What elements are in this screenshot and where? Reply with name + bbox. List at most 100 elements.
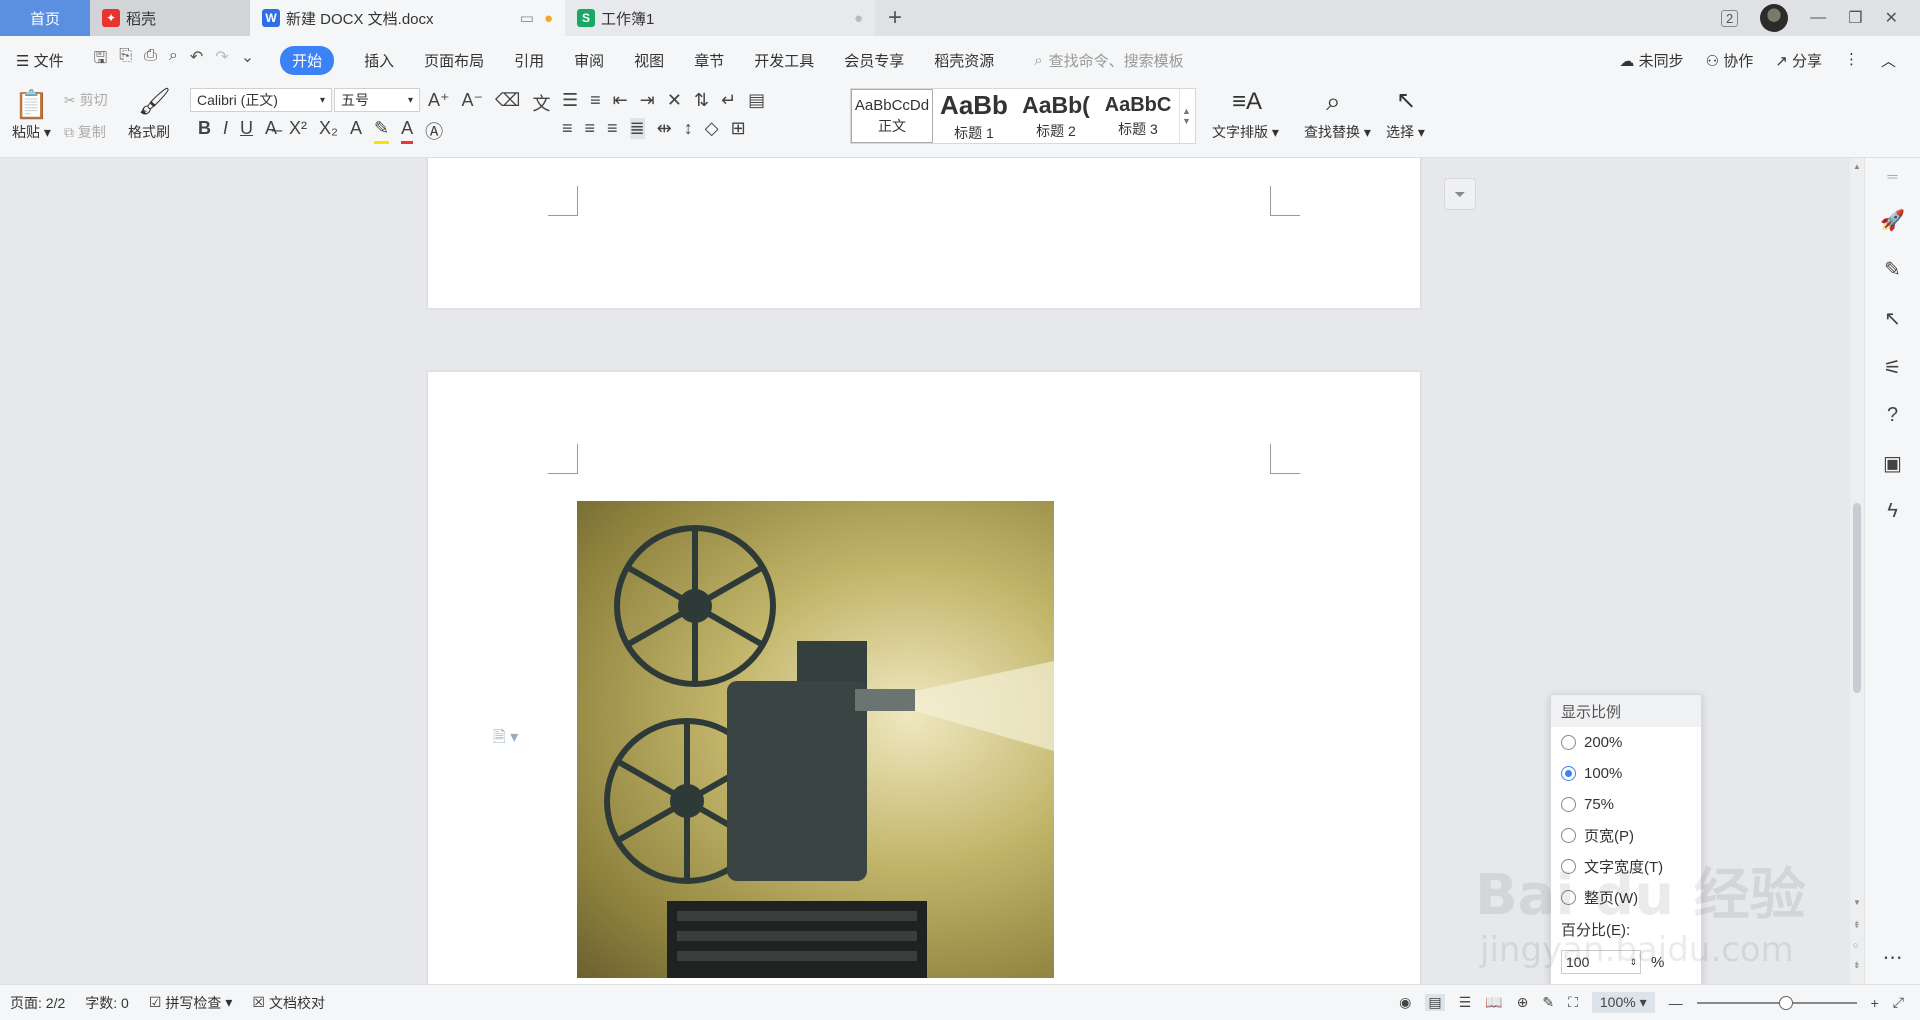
style-heading-3[interactable]: AaBbC 标题 3 (1097, 89, 1179, 143)
italic-icon[interactable]: I (223, 118, 228, 144)
command-search[interactable]: ⌕ 查找命令、搜索模板 (1034, 50, 1183, 71)
format-painter-icon[interactable]: 🖌 (138, 86, 171, 117)
shading-icon[interactable]: ◇ (705, 118, 719, 139)
browse-object-icon[interactable]: ○ (1853, 940, 1858, 950)
style-heading-1[interactable]: AaBb 标题 1 (933, 89, 1015, 143)
zoom-slider[interactable] (1696, 995, 1857, 1010)
phonetic-icon[interactable]: 文 (532, 90, 550, 116)
spell-check-button[interactable]: ☑ 拼写检查 ▾ (149, 993, 233, 1013)
customize-chevron-icon[interactable]: ⌄ (241, 47, 254, 74)
clear-format-icon[interactable]: ⌫ (495, 90, 520, 116)
format-painter-button[interactable]: 格式刷 (128, 122, 170, 142)
sort-icon[interactable]: ⇅ (694, 90, 709, 111)
image-tool-icon[interactable]: ▣ (1883, 451, 1902, 476)
style-heading-2[interactable]: AaBb( 标题 2 (1015, 89, 1097, 143)
strikethrough-icon[interactable]: A̶ (265, 118, 277, 144)
font-size-select[interactable]: 五号 ▾ (334, 88, 420, 112)
collab-button[interactable]: ⚇ 协作 (1706, 50, 1754, 71)
align-center-icon[interactable]: ≡ (585, 118, 596, 139)
select-button[interactable]: 选择 ▾ (1386, 122, 1425, 142)
menu-home[interactable]: 开始 (280, 45, 335, 75)
zoom-option-75[interactable]: 75% (1551, 789, 1701, 820)
paragraph-layout-icon[interactable]: 🗎 ▾ (493, 726, 518, 753)
page-indicator[interactable]: 页面: 2/2 (10, 993, 65, 1013)
vertical-scrollbar[interactable]: ▲ ▼ ⇞ ○ ⇟ (1850, 158, 1864, 984)
find-icon[interactable]: ⌕ (1326, 86, 1341, 118)
file-menu[interactable]: ☰ 文件 (16, 50, 64, 71)
cut-button[interactable]: ✂ 剪切 (64, 90, 108, 110)
panel-toggle-icon[interactable]: ═ (1888, 168, 1898, 184)
grow-font-icon[interactable]: A⁺ (428, 90, 450, 116)
save-icon[interactable]: 🖫 (94, 47, 108, 74)
chinese-layout-icon[interactable]: ✕ (667, 90, 682, 111)
show-marks-icon[interactable]: ↵ (721, 90, 736, 111)
avatar[interactable] (1760, 4, 1789, 32)
text-layout-icon[interactable]: ≡A (1232, 88, 1262, 116)
zoom-option-page-width[interactable]: 页宽(P) (1551, 820, 1701, 851)
zoom-option-100[interactable]: 100% (1551, 758, 1701, 789)
tab-home[interactable]: 首页 (0, 0, 90, 36)
more-options-icon[interactable]: ⋯ (1883, 945, 1903, 970)
bullets-icon[interactable]: ☰ (562, 90, 578, 111)
menu-page-layout[interactable]: 页面布局 (424, 50, 484, 71)
scrollbar-thumb[interactable] (1853, 503, 1861, 693)
ruler-icon[interactable]: ▤ (748, 90, 765, 111)
borders-icon[interactable]: ⊞ (731, 118, 746, 139)
film-projector-image[interactable] (577, 501, 1054, 978)
font-color-icon[interactable]: A (401, 118, 414, 144)
close-icon[interactable]: ✕ (1885, 8, 1898, 28)
style-normal[interactable]: AaBbCcDd 正文 (851, 89, 933, 143)
prev-page-icon[interactable]: ⇞ (1853, 920, 1861, 931)
underline-icon[interactable]: U (240, 118, 253, 144)
sync-button[interactable]: ☁ 未同步 (1619, 50, 1683, 71)
align-left-icon[interactable]: ≡ (562, 118, 573, 139)
tab-workbook[interactable]: S 工作簿1 ● (565, 0, 875, 36)
menu-developer[interactable]: 开发工具 (754, 50, 814, 71)
add-tab-button[interactable]: + (875, 0, 915, 36)
print-icon[interactable]: ⎙ (144, 47, 157, 74)
align-right-icon[interactable]: ≡ (607, 118, 618, 139)
share-button[interactable]: ↗ 分享 (1775, 50, 1822, 71)
window-count-badge[interactable]: 2 (1721, 9, 1739, 27)
char-border-icon[interactable]: Ⓐ (425, 118, 443, 144)
minimize-icon[interactable]: — (1810, 9, 1826, 27)
highlight-icon[interactable]: ✎ (374, 118, 390, 144)
eye-protection-icon[interactable]: ◉ (1399, 994, 1411, 1011)
restore-icon[interactable]: ❐ (1848, 8, 1862, 28)
more-icon[interactable]: ⋮ (1844, 50, 1859, 71)
line-spacing-icon[interactable]: ↕ (684, 118, 693, 139)
help-icon[interactable]: ? (1887, 404, 1898, 427)
web-view-icon[interactable]: ⊕ (1517, 994, 1529, 1011)
zoom-out-icon[interactable]: — (1669, 995, 1683, 1011)
word-count[interactable]: 字数: 0 (85, 993, 129, 1013)
menu-section[interactable]: 章节 (694, 50, 724, 71)
menu-review[interactable]: 审阅 (574, 50, 604, 71)
zoom-option-whole-page[interactable]: 整页(W) (1551, 882, 1701, 913)
distributed-icon[interactable]: ⇹ (657, 118, 672, 139)
text-layout-button[interactable]: 文字排版 ▾ (1212, 122, 1279, 142)
zoom-slider-knob[interactable] (1778, 995, 1793, 1010)
next-page-icon[interactable]: ⇟ (1853, 960, 1861, 971)
fullscreen-icon[interactable]: ⤢ (1893, 994, 1904, 1011)
zoom-level-button[interactable]: 100% ▾ (1591, 992, 1655, 1013)
scroll-down-icon[interactable]: ▼ (1853, 898, 1861, 907)
paste-button[interactable]: 粘贴 ▾ (12, 122, 51, 142)
numbering-icon[interactable]: ≡ (590, 90, 601, 111)
rocket-icon[interactable]: 🚀 (1880, 208, 1905, 233)
zoom-in-icon[interactable]: + (1871, 995, 1879, 1011)
outline-view-icon[interactable]: ☰ (1459, 994, 1472, 1011)
paste-icon[interactable]: 📋 (14, 88, 49, 121)
justify-icon[interactable]: ≣ (629, 118, 645, 139)
superscript-icon[interactable]: X² (289, 118, 307, 144)
decrease-indent-icon[interactable]: ⇤ (613, 90, 628, 111)
tab-document[interactable]: W 新建 DOCX 文档.docx ▭ ● (250, 0, 565, 36)
print-preview-icon[interactable]: ⌕ (169, 47, 178, 74)
reading-view-icon[interactable]: 📖 (1485, 994, 1502, 1011)
select-pointer-icon[interactable]: ↖ (1884, 306, 1901, 331)
menu-references[interactable]: 引用 (514, 50, 544, 71)
monitor-icon[interactable]: ▭ (520, 9, 534, 27)
subscript-icon[interactable]: X₂ (319, 118, 338, 144)
redo-icon[interactable]: ↷ (215, 47, 228, 74)
cursor-icon[interactable]: ↖ (1396, 86, 1416, 115)
scroll-up-icon[interactable]: ▲ (1853, 162, 1861, 171)
